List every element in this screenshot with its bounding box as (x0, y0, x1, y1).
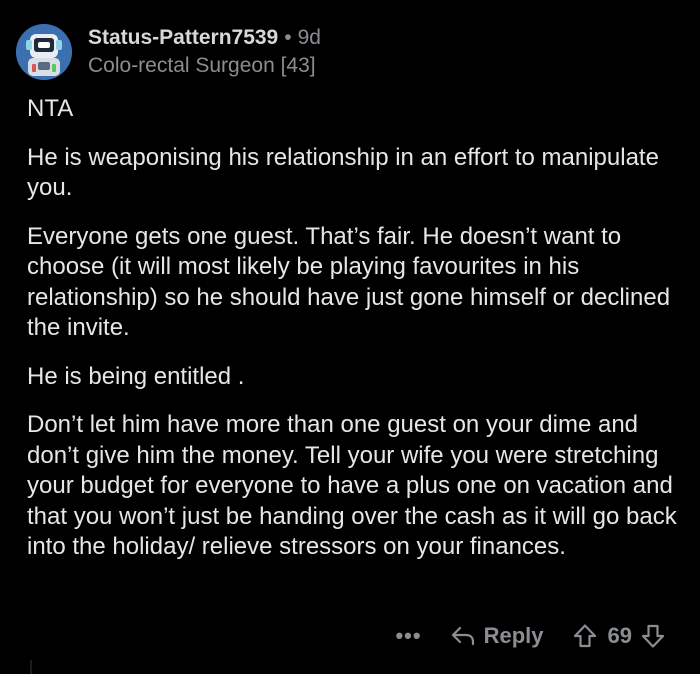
comment-actions: ••• Reply 69 (395, 619, 666, 653)
comment-body: NTA He is weaponising his relationship i… (27, 94, 677, 581)
comment-paragraph: Everyone gets one guest. That’s fair. He… (27, 222, 671, 342)
thread-line (30, 660, 32, 674)
reply-button[interactable]: Reply (450, 623, 544, 649)
vote-score: 69 (607, 623, 632, 648)
comment-paragraph: He is weaponising his relationship in an… (27, 143, 659, 202)
vote-controls: 69 (572, 623, 666, 649)
username-link[interactable]: Status-Pattern7539 (88, 25, 278, 51)
avatar[interactable] (16, 24, 72, 80)
downvote-button[interactable] (640, 623, 666, 649)
upvote-button[interactable] (572, 623, 598, 649)
comment-paragraph: He is being entitled . (27, 362, 245, 390)
comment-paragraph: NTA (27, 95, 74, 122)
separator-dot: • (284, 26, 292, 49)
comment-age: 9d (297, 26, 321, 49)
comment-header: Status-Pattern7539 • 9d Colo-rectal Surg… (16, 22, 321, 82)
upvote-arrow-icon (573, 624, 596, 648)
reply-arrow-icon (451, 626, 474, 646)
author-line: Status-Pattern7539 • 9d (88, 25, 321, 51)
comment-paragraph: Don’t let him have more than one guest o… (27, 411, 677, 560)
reply-label: Reply (483, 623, 544, 648)
more-options-button[interactable]: ••• (395, 623, 421, 649)
downvote-arrow-icon (641, 624, 665, 648)
user-flair: Colo-rectal Surgeon [43] (88, 54, 316, 77)
comment-card: Status-Pattern7539 • 9d Colo-rectal Surg… (0, 0, 700, 674)
robot-avatar-icon (16, 24, 72, 80)
comment-meta: Status-Pattern7539 • 9d Colo-rectal Surg… (88, 25, 321, 79)
